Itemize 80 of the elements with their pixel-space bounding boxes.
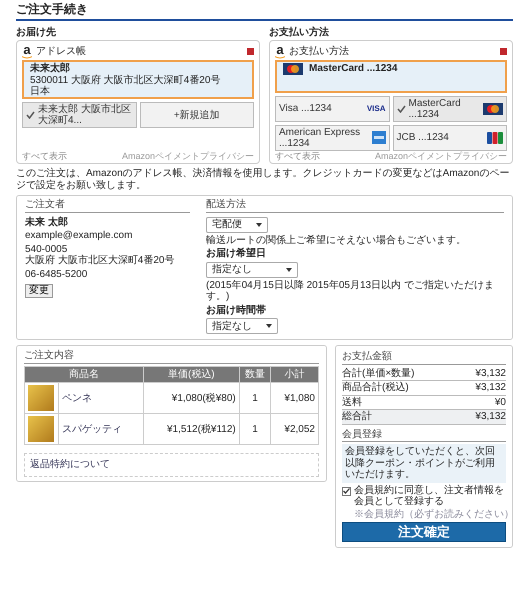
amazon-logo: a	[22, 43, 32, 60]
card-logo	[483, 102, 503, 115]
table-cell: 1	[239, 414, 271, 445]
card-label: MasterCard ...1234	[309, 63, 398, 75]
agree-checkbox[interactable]	[342, 486, 351, 496]
photo-placeholder	[28, 385, 54, 412]
customer-name: 未来 太郎	[25, 216, 68, 228]
selected-address[interactable]: 未来太郎 5300011 大阪府 大阪市北区大深町4番20号 日本	[22, 60, 254, 100]
membership-info: 会員登録をしていただくと、次回以降クーポン・ポイントがご利用いただけます。	[342, 444, 506, 483]
table-cell: 1	[239, 382, 271, 414]
card-option[interactable]: Visa ...1234 VISA	[275, 96, 390, 122]
section-heading: お支払い方法	[269, 26, 330, 38]
card-option[interactable]: MasterCard ...1234	[392, 96, 507, 122]
terms-link[interactable]: ※会員規約（必ずお読みください）	[354, 508, 514, 520]
summary-label: 商品合計(税込)	[342, 382, 409, 394]
section-heading: お届け先	[16, 26, 57, 38]
card-logo	[283, 63, 303, 76]
address-option[interactable]: +新規追加	[140, 102, 254, 128]
column-header: 商品名	[24, 366, 144, 383]
route-note: 輸送ルートの関係上ご希望にそえない場合もございます。	[206, 234, 466, 246]
field-label: お届け希望日	[206, 248, 266, 260]
address-line: 5300011 大阪府 大阪市北区大深町4番20号	[30, 74, 220, 86]
card-logo: VISA	[366, 104, 386, 114]
address-country: 日本	[30, 86, 50, 98]
address-name: 未来太郎	[30, 63, 70, 74]
section-heading: 会員登録	[342, 428, 506, 442]
card-option[interactable]: JCB ...1234	[392, 124, 507, 151]
card-logo	[372, 131, 386, 144]
small-square-icon	[500, 48, 507, 55]
summary-label: 合計(単価×数量)	[342, 368, 414, 380]
customer-postal-code: 540-0005	[25, 244, 68, 255]
returns-link[interactable]: 返品特約について	[30, 459, 110, 470]
date-range-note: (2015年04月15日以降 2015年05月13日以内 でご指定いただけます。)	[206, 280, 495, 303]
section-heading: お支払金額	[342, 351, 506, 365]
check-icon	[396, 104, 406, 113]
page-title: ご注文手続き	[16, 3, 513, 21]
customer-email: example@example.com	[25, 230, 132, 242]
card-option[interactable]: American Express ...1234	[275, 124, 390, 151]
table-cell: ¥1,080	[270, 382, 318, 414]
caret-icon	[256, 222, 262, 227]
selected-card[interactable]: MasterCard ...1234	[275, 60, 507, 93]
delivery-date-select[interactable]: 指定なし	[206, 262, 298, 278]
widget-title: お支払い方法	[289, 46, 350, 58]
amazon-note: このご注文は、Amazonのアドレス帳、決済情報を使用します。クレジットカードの変更などはAmazonのページで設定をお願い致します。	[16, 168, 510, 192]
photo-placeholder	[28, 416, 54, 442]
column-header: 小計	[270, 366, 318, 383]
summary-value: ¥3,132	[475, 368, 506, 380]
address-option[interactable]: 未来太郎 大阪市北区大深町4...	[22, 102, 136, 128]
column-header: 数量	[239, 366, 271, 383]
section-heading: 配送方法	[206, 199, 504, 213]
delivery-time-select[interactable]: 指定なし	[206, 318, 278, 334]
table-cell: ¥2,052	[270, 414, 318, 445]
caret-icon	[286, 268, 292, 272]
summary-value: ¥3,132	[475, 411, 506, 423]
delivery-method-select[interactable]: 宅配便	[206, 216, 268, 233]
summary-label: 送料	[342, 396, 362, 408]
summary-label: 総合計	[342, 411, 372, 423]
product-name[interactable]: ペンネ	[58, 382, 144, 414]
table-cell: ¥1,512(税¥112)	[143, 414, 240, 445]
widget-title: アドレス帳	[36, 46, 87, 58]
table-cell: ¥1,080(税¥80)	[143, 382, 240, 414]
submit-order-button[interactable]: 注文確定	[342, 522, 506, 542]
caret-icon	[266, 324, 272, 328]
check-icon	[26, 111, 35, 120]
customer-address: 大阪府 大阪市北区大深町4番20号	[25, 255, 174, 267]
small-square-icon	[247, 48, 254, 55]
section-heading: ご注文者	[25, 199, 190, 213]
field-label: お届け時間帯	[206, 304, 266, 316]
agree-label: 会員規約に同意し、注文者情報を会員として登録する	[354, 484, 505, 508]
show-all-link[interactable]: すべて表示	[275, 150, 320, 162]
customer-phone: 06-6485-5200	[25, 268, 88, 280]
section-heading: ご注文内容	[24, 350, 319, 364]
summary-value: ¥0	[494, 396, 506, 408]
card-logo	[487, 132, 503, 144]
amazon-logo: a	[275, 43, 285, 60]
change-button[interactable]: 変更	[25, 284, 53, 298]
product-name[interactable]: スパゲッティ	[58, 414, 144, 445]
show-all-link[interactable]: すべて表示	[22, 150, 67, 162]
column-header: 単価(税込)	[143, 366, 240, 383]
summary-value: ¥3,132	[475, 382, 506, 394]
